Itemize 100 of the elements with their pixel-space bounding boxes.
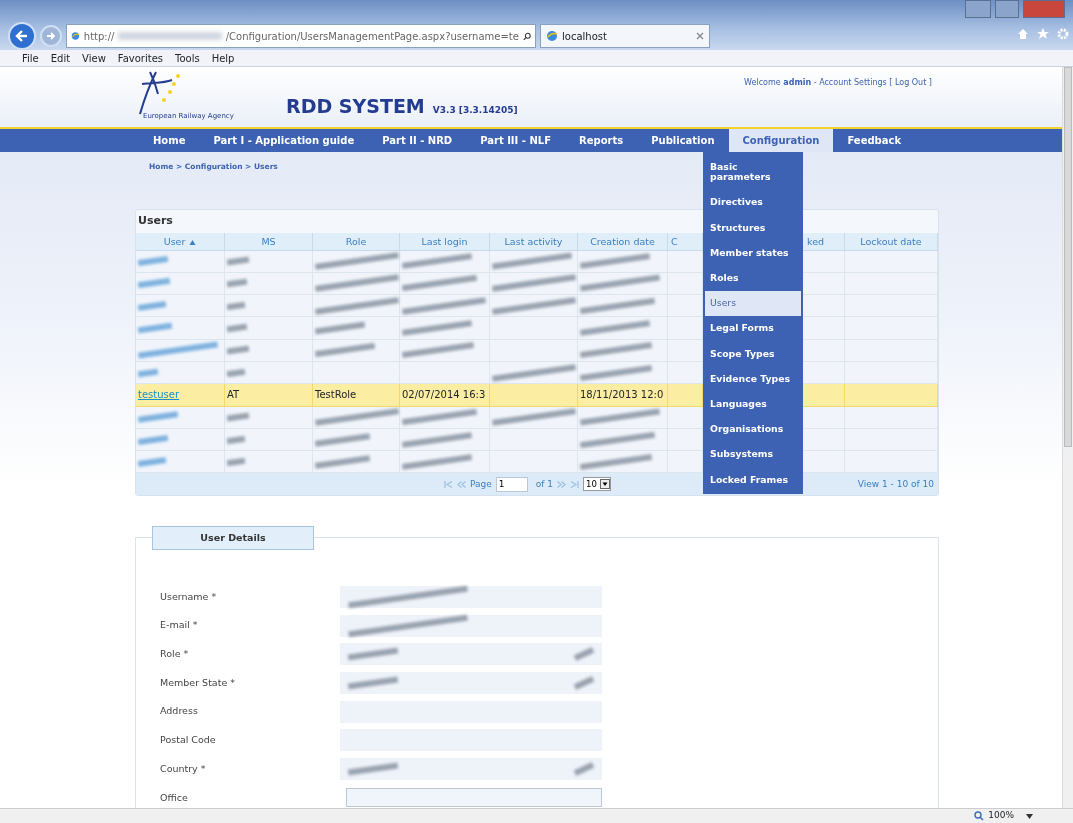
menu-item[interactable]: Scope Types [705,341,801,367]
records-summary: View 1 - 10 of 10 [857,477,934,491]
next-page-icon[interactable] [557,480,567,488]
menu-item[interactable]: Directives [705,190,801,216]
column-header[interactable]: Lockout date [845,232,938,251]
page-icon [546,30,558,42]
select-field[interactable] [340,671,602,694]
redacted-text [314,321,366,335]
redacted-text [401,320,473,336]
field-label: E-mail * [160,618,199,633]
field-label: Office [160,790,189,805]
redacted-text [401,453,473,470]
redacted-text [347,647,399,661]
url-text: /Configuration/UsersManagementPage.aspx?username=te [225,29,519,44]
back-button[interactable] [8,22,36,50]
close-button[interactable] [1023,0,1065,18]
app-title: RDD SYSTEM [286,94,425,119]
menu-item[interactable]: Roles [705,265,801,291]
column-header[interactable]: MS [225,232,313,251]
menu-item[interactable]: Structures [705,215,801,241]
table-cell: TestRole [313,384,400,407]
zoom-level[interactable]: 100% [988,809,1014,823]
menu-item[interactable]: File [22,50,39,66]
redacted-text [226,301,246,310]
forward-button[interactable] [40,25,62,47]
column-header[interactable]: Last login [400,232,490,251]
menu-item[interactable]: Evidence Types [705,366,801,392]
redacted-text [347,676,399,690]
redacted-text [137,368,159,377]
browser-tab[interactable]: localhost [540,24,710,48]
menu-item[interactable]: Help [211,50,235,66]
last-page-icon[interactable] [570,480,580,488]
menu-item[interactable]: View [82,50,106,66]
redacted-text [314,432,371,447]
nav-item[interactable]: Home [139,129,200,152]
page-count: of 1 [535,477,554,491]
caret-icon[interactable] [1026,813,1033,819]
nav-item[interactable]: Part III - NLF [466,129,565,152]
menu-item[interactable]: Favorites [117,50,163,66]
menu-item[interactable]: Languages [705,391,801,417]
column-header[interactable]: User [136,232,225,251]
zoom-icon[interactable] [974,811,985,821]
column-header[interactable]: C [668,232,703,251]
previous-page-icon[interactable] [457,480,466,488]
input-field[interactable] [340,585,602,608]
menu-item[interactable]: Organisations [705,416,801,442]
menu-item[interactable]: Subsystems [705,441,801,468]
menu-item[interactable]: Legal Forms [705,315,801,342]
welcome-text: Welcome admin - Account Settings [ Log Out ] [744,77,932,89]
field-label: Username * [160,589,218,604]
nav-item[interactable]: Reports [565,129,638,152]
redacted-text [226,256,250,266]
nav-item[interactable]: Part I - Application guide [199,129,369,152]
table-cell: 18/11/2013 12:0 [578,384,668,407]
input-field[interactable] [340,614,602,637]
nav-item[interactable]: Publication [637,129,729,152]
address-field[interactable]: http:// /Configuration/UsersManagementPage.aspx?username=te [66,24,536,48]
redacted-text [226,279,248,288]
redacted-text [137,411,179,423]
redacted-text [573,762,595,776]
right-arrow-icon [46,31,56,41]
redacted-text [137,278,171,289]
scrollbar-thumb[interactable] [1064,67,1072,447]
user-link[interactable]: testuser [138,383,179,406]
menu-item[interactable]: Users [705,290,801,316]
menu-item[interactable]: Edit [50,50,71,66]
menu-item[interactable]: Member states [705,240,801,266]
redacted-text [137,434,169,445]
nav-item[interactable]: Feedback [833,129,916,152]
redacted-text [314,455,371,469]
page-size-select[interactable]: 10 [583,477,611,492]
select-field[interactable] [340,643,602,666]
redacted-text [137,456,167,467]
home-icon[interactable] [1017,28,1029,40]
column-header[interactable]: Last activity [490,232,578,251]
minimize-button[interactable] [965,0,991,18]
column-header[interactable]: Role [313,232,400,251]
menu-item[interactable]: Basic parameters [705,154,801,190]
menu-item[interactable]: Locked Frames [705,467,801,493]
nav-item[interactable]: Configuration [728,129,834,152]
redacted-text [226,457,246,467]
close-icon[interactable] [696,32,704,40]
first-page-icon[interactable] [444,480,453,488]
column-header[interactable]: ked [803,232,845,251]
select-field[interactable] [340,757,602,780]
settings-icon[interactable] [1057,28,1069,40]
caret-icon [599,479,610,490]
nav-item[interactable]: Part II - NRD [368,129,467,152]
maximize-button[interactable] [995,0,1019,18]
redacted-text [579,320,651,336]
star-icon[interactable] [1037,28,1049,40]
page-input[interactable]: 1 [495,476,528,492]
field-label: Postal Code [160,733,217,748]
scrollbar[interactable] [1062,67,1073,808]
input-field[interactable] [346,788,602,808]
search-icon[interactable] [522,30,531,42]
field-label: Address [160,704,199,719]
menu-item[interactable]: Tools [175,50,200,66]
column-header[interactable]: Creation date [578,232,668,251]
tab-title: localhost [562,29,607,44]
